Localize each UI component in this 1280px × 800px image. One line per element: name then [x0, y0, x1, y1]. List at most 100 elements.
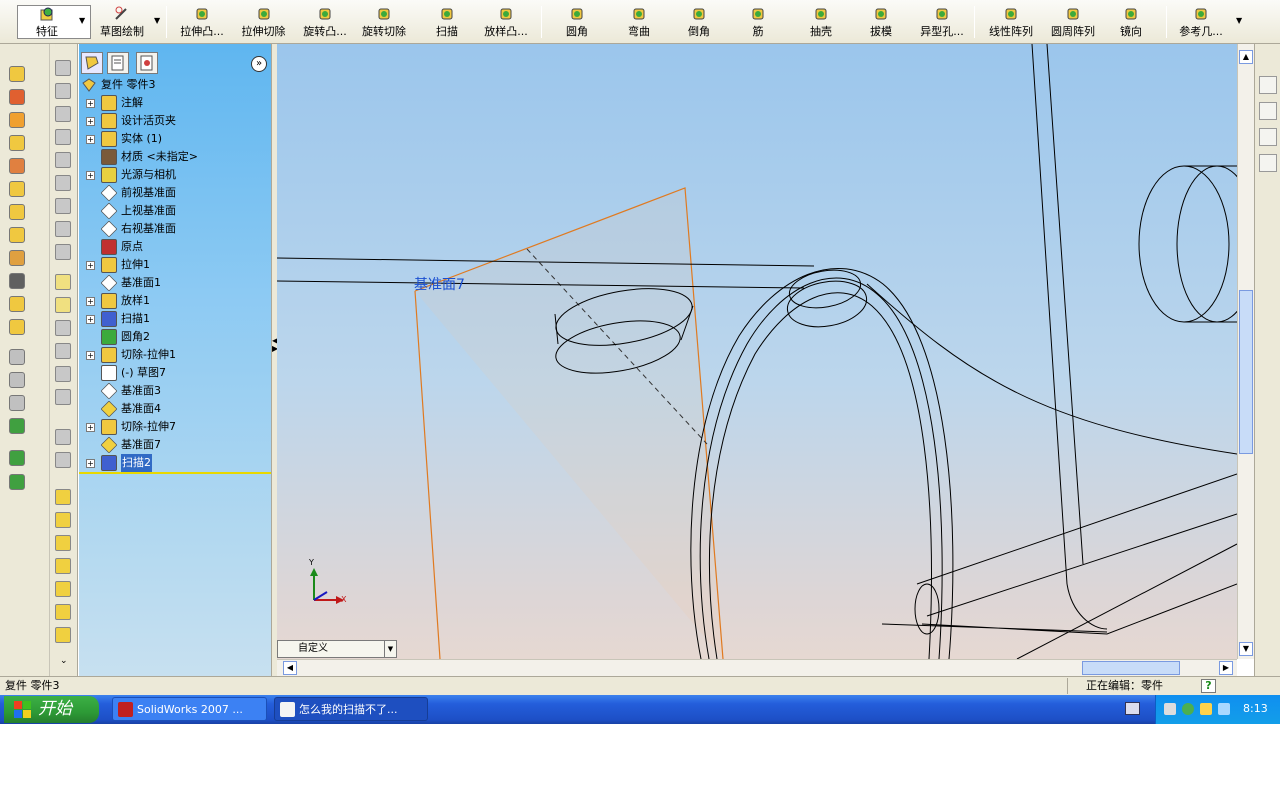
toolbar-button-hole-wizard[interactable]: 异型孔... [914, 4, 970, 40]
feature-tool-icon[interactable] [9, 273, 25, 289]
view-palette-icon[interactable] [1259, 154, 1277, 172]
tool-icon[interactable] [55, 366, 71, 382]
toolbar-button-loft[interactable]: 放样凸... [478, 4, 534, 40]
tab-configuration-manager[interactable] [136, 52, 158, 74]
explorer-icon[interactable] [1259, 128, 1277, 146]
network-icon[interactable] [1182, 703, 1194, 715]
toolbar-button-mirror[interactable]: 镜向 [1116, 4, 1146, 40]
tool-icon[interactable] [55, 274, 71, 290]
tool-icon[interactable] [55, 320, 71, 336]
tool-icon[interactable] [55, 489, 71, 505]
ime-icon[interactable] [1218, 703, 1230, 715]
tool-icon[interactable] [55, 343, 71, 359]
toolbar-button-circular-pattern[interactable]: 圆周阵列 [1046, 4, 1100, 40]
feature-tool-icon[interactable] [9, 349, 25, 365]
feature-tool-icon[interactable] [9, 158, 25, 174]
toolbar-button-rib[interactable]: 筋 [743, 4, 773, 40]
feature-tool-icon[interactable] [9, 112, 25, 128]
clock[interactable]: 8:13 [1243, 702, 1268, 715]
tree-item[interactable]: + 切除-拉伸1 [79, 346, 271, 364]
chevron-down-icon[interactable]: ▼ [1236, 16, 1242, 25]
security-icon[interactable] [1200, 703, 1212, 715]
tree-item[interactable]: 上视基准面 [79, 202, 271, 220]
tree-item[interactable]: + 扫描2 [79, 454, 271, 472]
graphics-area[interactable]: 基准面7 Y X [277, 44, 1237, 659]
tree-item[interactable]: + 设计活页夹 [79, 112, 271, 130]
tab-property-manager[interactable] [107, 52, 129, 74]
vertical-scrollbar[interactable]: ▲ ▼ [1237, 44, 1254, 659]
tree-item[interactable]: 前视基准面 [79, 184, 271, 202]
toolbar-button-chamfer[interactable]: 倒角 [683, 4, 715, 40]
expand-icon[interactable]: + [86, 261, 95, 270]
toolbar-button-fillet[interactable]: 圆角 [558, 4, 596, 40]
toolbar-button-shell[interactable]: 抽壳 [800, 4, 842, 40]
expand-icon[interactable]: + [86, 351, 95, 360]
feature-tool-icon[interactable] [9, 227, 25, 243]
tool-icon[interactable] [55, 106, 71, 122]
tree-item[interactable]: 右视基准面 [79, 220, 271, 238]
feature-tool-icon[interactable] [9, 450, 25, 466]
scroll-down-button[interactable]: ▼ [1239, 642, 1253, 656]
tool-icon[interactable] [55, 83, 71, 99]
rollback-bar[interactable] [79, 472, 271, 474]
expand-icon[interactable]: + [86, 171, 95, 180]
tree-item[interactable]: 基准面3 [79, 382, 271, 400]
feature-tool-icon[interactable] [9, 66, 25, 82]
scroll-up-button[interactable]: ▲ [1239, 50, 1253, 64]
volume-icon[interactable] [1164, 703, 1176, 715]
tool-icon[interactable] [55, 244, 71, 260]
chevron-down-icon[interactable]: ▼ [384, 641, 396, 657]
tree-item[interactable]: 基准面7 [79, 436, 271, 454]
expand-icon[interactable]: + [86, 423, 95, 432]
tree-item[interactable]: + 实体 (1) [79, 130, 271, 148]
tree-item[interactable]: + 切除-拉伸7 [79, 418, 271, 436]
task-item-browser[interactable]: 怎么我的扫描不了... [274, 697, 428, 721]
scroll-thumb[interactable] [1239, 290, 1253, 454]
expand-icon[interactable]: + [86, 99, 95, 108]
help-icon[interactable]: ? [1201, 679, 1216, 693]
tool-icon[interactable] [55, 221, 71, 237]
tool-icon[interactable] [55, 129, 71, 145]
scroll-right-button[interactable]: ▶ [1219, 661, 1233, 675]
toolbar-button-reference-geometry[interactable]: 参考几... [1174, 4, 1228, 40]
feature-tool-icon[interactable] [9, 395, 25, 411]
expand-icon[interactable]: + [86, 315, 95, 324]
tool-icon[interactable] [55, 429, 71, 445]
feature-tool-icon[interactable] [9, 418, 25, 434]
tree-root[interactable]: 复件 零件3 [79, 76, 271, 94]
tool-icon[interactable] [55, 175, 71, 191]
tree-item[interactable]: (-) 草图7 [79, 364, 271, 382]
expand-icon[interactable]: + [86, 297, 95, 306]
tree-item[interactable]: 基准面4 [79, 400, 271, 418]
toolbar-button-draft[interactable]: 拔模 [864, 4, 898, 40]
chevron-down-icon[interactable]: ▼ [79, 16, 85, 25]
toolbar-button-revolve-boss[interactable]: 旋转凸... [296, 4, 354, 40]
toolbar-button-extrude-boss[interactable]: 拉伸凸... [172, 4, 232, 40]
tool-icon[interactable] [55, 535, 71, 551]
tree-item[interactable]: 圆角2 [79, 328, 271, 346]
feature-tool-icon[interactable] [9, 181, 25, 197]
keyboard-icon[interactable] [1125, 702, 1140, 715]
toolbar-button-extrude-cut[interactable]: 拉伸切除 [236, 4, 291, 40]
chevron-down-icon[interactable]: ⌄ [60, 656, 68, 666]
tool-icon[interactable] [55, 452, 71, 468]
feature-tool-icon[interactable] [9, 474, 25, 490]
tab-features[interactable]: 特征 [22, 4, 72, 40]
toolbar-button-revolve-cut[interactable]: 旋转切除 [358, 4, 410, 40]
expand-icon[interactable]: + [86, 135, 95, 144]
tool-icon[interactable] [55, 152, 71, 168]
feature-tool-icon[interactable] [9, 135, 25, 151]
tool-icon[interactable] [55, 297, 71, 313]
feature-tool-icon[interactable] [9, 319, 25, 335]
toolbar-button-linear-pattern[interactable]: 线性阵列 [985, 4, 1037, 40]
tree-item[interactable]: 原点 [79, 238, 271, 256]
tool-icon[interactable] [55, 389, 71, 405]
feature-tool-icon[interactable] [9, 250, 25, 266]
feature-tool-icon[interactable] [9, 89, 25, 105]
scroll-thumb[interactable] [1082, 661, 1180, 675]
toolbar-button-flex[interactable]: 弯曲 [620, 4, 658, 40]
view-orientation-select[interactable]: 自定义 ▼ [277, 640, 397, 658]
chevron-down-icon[interactable]: ▼ [154, 16, 160, 25]
tab-feature-manager[interactable] [81, 52, 103, 74]
feature-tool-icon[interactable] [9, 204, 25, 220]
